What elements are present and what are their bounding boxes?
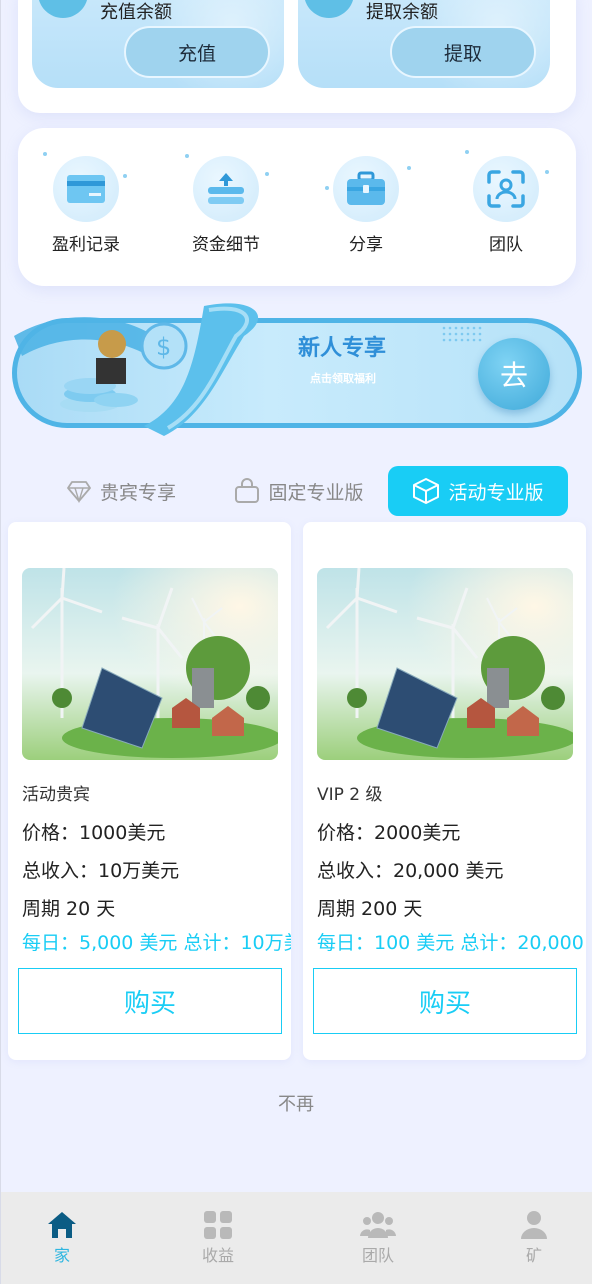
withdraw-button[interactable]: 提取 (390, 26, 536, 78)
nav-mine[interactable]: 矿 (484, 1208, 584, 1266)
user-icon (521, 1211, 547, 1239)
diamond-icon (67, 481, 91, 503)
product-period: 周期 20 天 (22, 898, 116, 920)
nav-home[interactable]: 家 (12, 1208, 112, 1266)
menu-item-profit-records[interactable]: 盈利记录 (26, 152, 146, 255)
tab-event-pro[interactable]: 活动专业版 (388, 466, 568, 516)
svg-text:$: $ (156, 333, 171, 361)
product-price: 价格：1000美元 (22, 822, 166, 844)
dot-pattern-icon (442, 326, 482, 342)
product-daily-total: 每日：100 美元 总计：20,000 美元 (317, 932, 586, 954)
grid-icon (204, 1211, 232, 1239)
home-icon (48, 1212, 76, 1238)
menu-label: 分享 (349, 235, 383, 255)
upload-tray-icon (208, 173, 244, 204)
nav-label: 团队 (361, 1246, 394, 1265)
newcomer-promo-banner[interactable]: $ 新人专享 点击领取福利 去 (8, 296, 586, 446)
promo-subtitle: 点击领取福利 (310, 372, 376, 385)
menu-item-share[interactable]: 分享 (306, 156, 426, 255)
coins-illustration: $ (14, 303, 259, 436)
product-daily-total: 每日：5,000 美元 总计：10万美元 (22, 932, 291, 954)
recharge-balance-label: 充值余额 (100, 2, 172, 23)
buy-button[interactable]: 购买 (18, 968, 282, 1034)
nav-earnings[interactable]: 收益 (168, 1208, 268, 1266)
nav-label: 矿 (525, 1246, 542, 1265)
nav-label: 家 (53, 1246, 70, 1265)
product-card: VIP 2 级 价格：2000美元 总收入：20,000 美元 周期 200 天… (303, 522, 586, 1060)
product-image (22, 568, 278, 760)
menu-item-team[interactable]: 团队 (446, 150, 566, 255)
nav-label: 收益 (201, 1246, 234, 1265)
menu-label: 盈利记录 (52, 235, 120, 255)
quick-menu: 盈利记录 资金细节 分享 团队 (18, 128, 576, 286)
tab-fixed-pro[interactable]: 固定专业版 (228, 466, 370, 516)
product-total-income: 总收入：10万美元 (22, 860, 180, 882)
product-name: 活动贵宾 (22, 785, 90, 805)
promo-title: 新人专享 (298, 336, 387, 361)
nav-team[interactable]: 团队 (328, 1208, 428, 1266)
product-total-income: 总收入：20,000 美元 (317, 860, 504, 882)
recharge-button[interactable]: 充值 (124, 26, 270, 78)
tab-label: 固定专业版 (268, 481, 364, 504)
team-icon (360, 1212, 396, 1238)
tab-label: 贵宾专享 (99, 481, 176, 504)
wallet-icon (304, 0, 354, 18)
promo-go-button[interactable]: 去 (478, 338, 550, 410)
card-icon (67, 175, 105, 203)
briefcase-icon (347, 171, 385, 205)
tab-vip-exclusive[interactable]: 贵宾专享 (56, 466, 186, 516)
product-tabs: 贵宾专享 固定专业版 活动专业版 (0, 466, 592, 518)
product-period: 周期 200 天 (317, 898, 423, 920)
menu-label: 资金细节 (192, 235, 260, 255)
bottom-nav: 家 收益 团队 矿 (0, 1192, 592, 1284)
bag-icon (235, 478, 260, 503)
face-scan-icon (487, 170, 525, 208)
product-price: 价格：2000美元 (317, 822, 461, 844)
withdraw-balance-box: 提取余额 提取 (298, 0, 550, 88)
recharge-balance-box: 充值余额 充值 (32, 0, 284, 88)
product-card: 活动贵宾 价格：1000美元 总收入：10万美元 周期 20 天 每日：5,00… (8, 522, 291, 1060)
box-icon (413, 478, 440, 504)
menu-item-fund-details[interactable]: 资金细节 (166, 154, 286, 255)
buy-button[interactable]: 购买 (313, 968, 577, 1034)
balance-card: 充值余额 充值 提取余额 提取 (18, 0, 576, 113)
product-image (317, 568, 573, 760)
no-more-label: 不再 (278, 1094, 314, 1115)
menu-label: 团队 (489, 235, 523, 255)
tab-label: 活动专业版 (448, 481, 544, 504)
withdraw-balance-label: 提取余额 (366, 2, 438, 23)
product-name: VIP 2 级 (317, 785, 383, 805)
wallet-icon (38, 0, 88, 18)
